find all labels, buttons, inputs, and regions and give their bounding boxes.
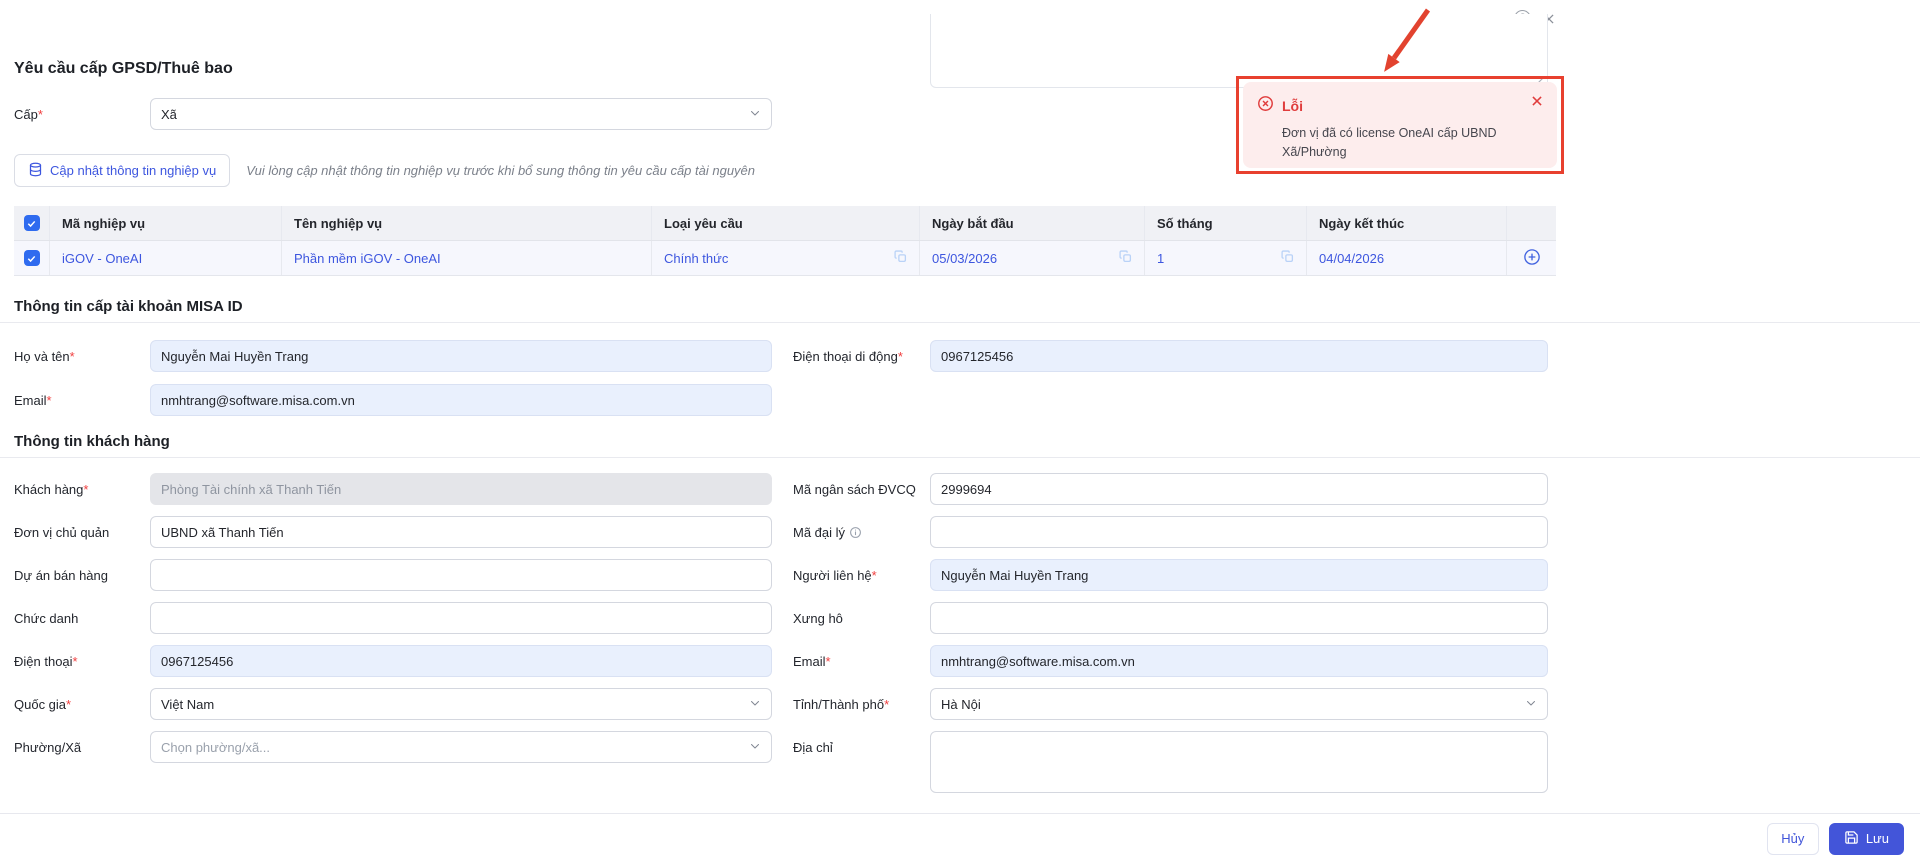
cap-value: Xã — [161, 106, 177, 122]
phuong-xa-placeholder: Chọn phường/xã... — [161, 739, 271, 755]
error-circle-icon — [1257, 95, 1274, 117]
toast-close-icon[interactable] — [1530, 94, 1544, 113]
dia-chi-label: Địa chỉ — [793, 739, 833, 755]
ma-ngan-sach-label: Mã ngân sách ĐVCQ — [793, 481, 916, 497]
update-business-info-label: Cập nhật thông tin nghiệp vụ — [50, 163, 217, 178]
misa-email-input[interactable] — [150, 384, 772, 416]
col-header-loai-yeu-cau[interactable]: Loại yêu cầu — [652, 206, 920, 240]
dia-chi-textarea[interactable] — [930, 731, 1548, 793]
nguoi-lien-he-label: Người liên hệ — [793, 559, 930, 591]
cap-select[interactable]: Xã — [150, 98, 772, 130]
du-an-ban-hang-label: Dự án bán hàng — [14, 567, 108, 583]
customer-email-input[interactable] — [930, 645, 1548, 677]
tinh-thanh-pho-label: Tỉnh/Thành phố — [793, 688, 930, 720]
quoc-gia-value: Việt Nam — [161, 696, 215, 712]
toast-message: Đơn vị đã có license OneAI cấp UBND Xã/P… — [1282, 126, 1497, 159]
misa-section-header: Thông tin cấp tài khoản MISA ID — [0, 298, 1920, 323]
annotation-rectangle: Lỗi Đơn vị đã có license OneAI cấp UBND … — [1236, 76, 1564, 174]
business-table: Mã nghiệp vụ Tên nghiệp vụ Loại yêu cầu … — [14, 206, 1556, 276]
chevron-down-icon — [749, 107, 761, 122]
page-title: Yêu cầu cấp GPSD/Thuê bao — [14, 60, 233, 77]
footer-bar: Hủy Lưu — [0, 813, 1920, 863]
save-icon — [1844, 830, 1859, 848]
dien-thoai-di-dong-label: Điện thoại di động — [793, 340, 930, 372]
khach-hang-label: Khách hàng — [14, 473, 150, 505]
cell-ten-nghiep-vu[interactable]: Phần mềm iGOV - OneAI — [282, 241, 652, 275]
xung-ho-label: Xưng hô — [793, 610, 843, 626]
save-button[interactable]: Lưu — [1828, 822, 1904, 855]
cap-field-row: Cấp Xã — [14, 98, 772, 130]
ma-ngan-sach-input[interactable] — [930, 473, 1548, 505]
add-row-icon[interactable] — [1523, 248, 1541, 269]
customer-email-label: Email — [793, 645, 930, 677]
customer-section-fields: Khách hàng Mã ngân sách ĐVCQ Đơn vị chủ … — [14, 473, 1920, 804]
tinh-thanh-pho-value: Hà Nội — [941, 696, 981, 712]
col-header-so-thang[interactable]: Số tháng — [1145, 206, 1307, 240]
select-all-checkbox[interactable] — [23, 215, 40, 231]
error-toast: Lỗi Đơn vị đã có license OneAI cấp UBND … — [1243, 82, 1557, 168]
row-checkbox[interactable] — [23, 250, 40, 266]
cell-loai-yeu-cau[interactable]: Chính thức — [664, 251, 728, 266]
chevron-down-icon — [749, 740, 761, 755]
business-note: Vui lòng cập nhật thông tin nghiệp vụ tr… — [246, 163, 756, 178]
cell-ngay-bat-dau[interactable]: 05/03/2026 — [932, 251, 997, 266]
ma-dai-ly-label: Mã đại lý — [793, 516, 930, 548]
col-header-ten-nghiep-vu[interactable]: Tên nghiệp vụ — [282, 206, 652, 240]
col-header-ngay-bat-dau[interactable]: Ngày bắt đầu — [920, 206, 1145, 240]
copy-icon[interactable] — [894, 250, 907, 266]
ma-dai-ly-input[interactable] — [930, 516, 1548, 548]
quoc-gia-select[interactable]: Việt Nam — [150, 688, 772, 720]
cell-ma-nghiep-vu[interactable]: iGOV - OneAI — [50, 241, 282, 275]
request-dialog: ? Yêu cầu cấp GPSD/Thuê bao Cấp Xã Cập n… — [0, 0, 1920, 863]
phuong-xa-select[interactable]: Chọn phường/xã... — [150, 731, 772, 763]
tinh-thanh-pho-select[interactable]: Hà Nội — [930, 688, 1548, 720]
don-vi-chu-quan-input[interactable] — [150, 516, 772, 548]
quoc-gia-label: Quốc gia — [14, 688, 150, 720]
update-business-info-button[interactable]: Cập nhật thông tin nghiệp vụ — [14, 154, 231, 187]
table-row: iGOV - OneAI Phần mềm iGOV - OneAI Chính… — [14, 241, 1556, 276]
table-header-row: Mã nghiệp vụ Tên nghiệp vụ Loại yêu cầu … — [14, 206, 1556, 241]
cell-ngay-ket-thuc[interactable]: 04/04/2026 — [1307, 241, 1507, 275]
col-header-ma-nghiep-vu[interactable]: Mã nghiệp vụ — [50, 206, 282, 240]
customer-section-title: Thông tin khách hàng — [14, 433, 170, 450]
copy-icon[interactable] — [1119, 250, 1132, 266]
copy-icon[interactable] — [1281, 250, 1294, 266]
misa-section-fields: Họ và tên Điện thoại di động Email — [14, 340, 1920, 428]
du-an-ban-hang-input[interactable] — [150, 559, 772, 591]
dien-thoai-input[interactable] — [150, 645, 772, 677]
don-vi-chu-quan-label: Đơn vị chủ quản — [14, 524, 110, 540]
toast-title: Lỗi — [1282, 98, 1303, 114]
dien-thoai-di-dong-input[interactable] — [930, 340, 1548, 372]
customer-section-header: Thông tin khách hàng — [0, 433, 1920, 458]
save-button-label: Lưu — [1865, 831, 1889, 846]
dien-thoai-label: Điện thoại — [14, 645, 150, 677]
col-header-ngay-ket-thuc[interactable]: Ngày kết thúc — [1307, 206, 1507, 240]
xung-ho-input[interactable] — [930, 602, 1548, 634]
ho-va-ten-label: Họ và tên — [14, 340, 150, 372]
cancel-button[interactable]: Hủy — [1766, 822, 1819, 855]
ho-va-ten-input[interactable] — [150, 340, 772, 372]
chevron-down-icon — [749, 697, 761, 712]
chevron-down-icon — [1525, 697, 1537, 712]
info-icon — [849, 526, 862, 539]
chuc-danh-label: Chức danh — [14, 610, 79, 626]
misa-email-label: Email — [14, 384, 150, 416]
nguoi-lien-he-input[interactable] — [930, 559, 1548, 591]
database-icon — [28, 162, 43, 180]
khach-hang-input[interactable] — [150, 473, 772, 505]
phuong-xa-label: Phường/Xã — [14, 739, 82, 755]
chuc-danh-input[interactable] — [150, 602, 772, 634]
cell-so-thang[interactable]: 1 — [1157, 251, 1164, 266]
misa-section-title: Thông tin cấp tài khoản MISA ID — [14, 298, 243, 315]
cap-label: Cấp — [14, 98, 150, 130]
business-bar: Cập nhật thông tin nghiệp vụ Vui lòng cậ… — [14, 154, 755, 187]
